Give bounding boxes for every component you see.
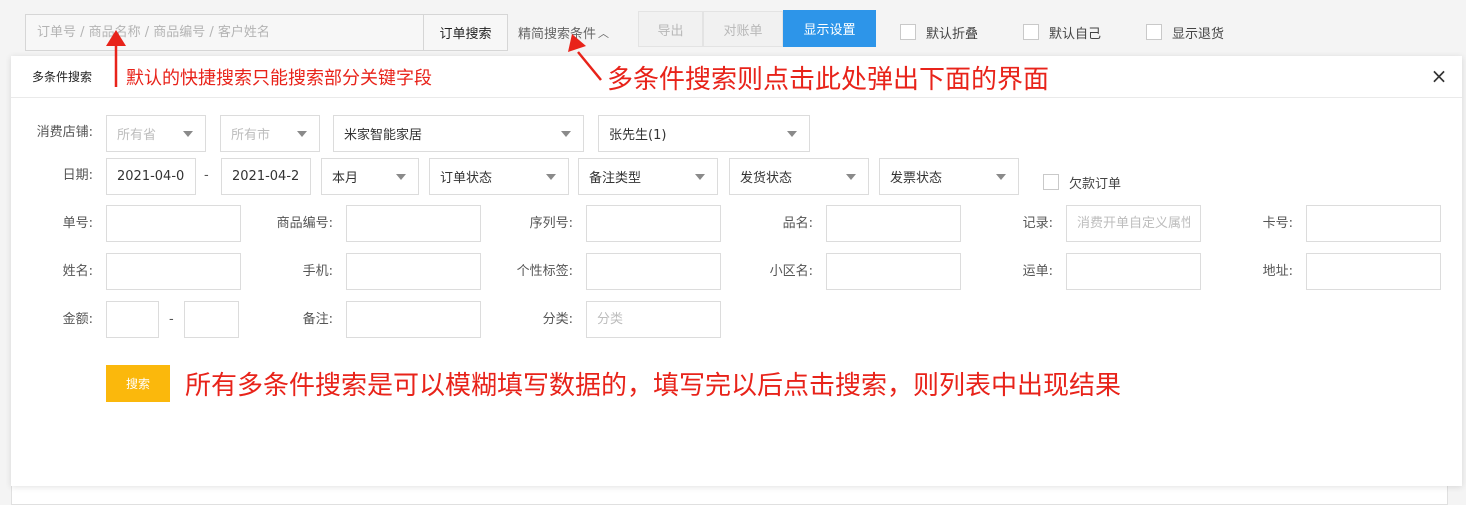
quick-search-annotation: 默认的快捷搜索只能搜索部分关键字段: [126, 68, 432, 89]
fuzzy-search-annotation: 所有多条件搜索是可以模糊填写数据的，填写完以后点击搜索，则列表中出现结果: [185, 371, 1122, 401]
arrow-icon: [568, 34, 602, 81]
advanced-search-annotation: 多条件搜索则点击此处弹出下面的界面: [607, 65, 1050, 95]
arrow-icon: [106, 30, 126, 87]
